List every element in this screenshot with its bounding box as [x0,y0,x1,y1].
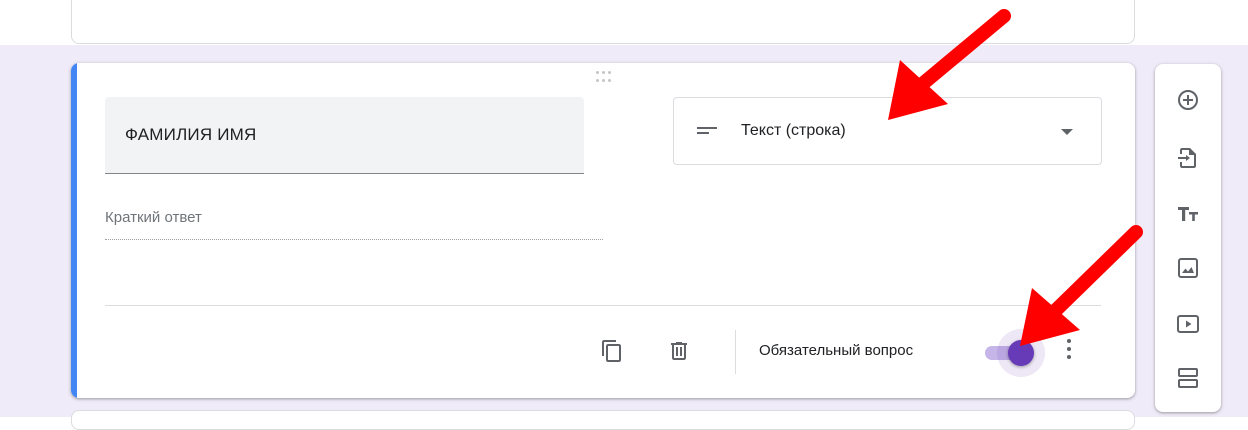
question-type-label: Текст (строка) [741,122,846,139]
answer-underline [105,239,603,240]
delete-icon[interactable] [667,339,691,363]
more-vert-icon[interactable] [1063,339,1075,365]
footer-separator [735,330,736,374]
video-icon[interactable] [1176,312,1200,336]
add-circle-icon[interactable] [1176,88,1200,112]
active-accent-bar [71,63,77,398]
next-card [71,410,1135,430]
previous-card [71,0,1135,44]
question-title-text: ФАМИЛИЯ ИМЯ [125,125,257,144]
required-label: Обязательный вопрос [759,342,914,359]
required-toggle[interactable] [983,329,1045,377]
toggle-knob [1008,340,1034,366]
short-text-icon [697,127,717,134]
side-toolbar [1155,64,1221,412]
copy-icon[interactable] [600,339,624,363]
short-answer-placeholder: Краткий ответ [105,209,202,226]
question-type-dropdown[interactable]: Текст (строка) [673,97,1102,165]
image-icon[interactable] [1176,256,1200,280]
footer-divider [105,305,1101,306]
section-icon[interactable] [1176,366,1200,390]
import-icon[interactable] [1176,146,1200,170]
drag-handle-icon[interactable] [591,71,615,83]
dropdown-arrow-icon [1061,129,1073,135]
title-icon[interactable] [1176,202,1200,226]
question-title-field[interactable]: ФАМИЛИЯ ИМЯ [105,97,584,174]
question-card[interactable]: ФАМИЛИЯ ИМЯ Текст (строка) Краткий ответ… [71,63,1135,398]
